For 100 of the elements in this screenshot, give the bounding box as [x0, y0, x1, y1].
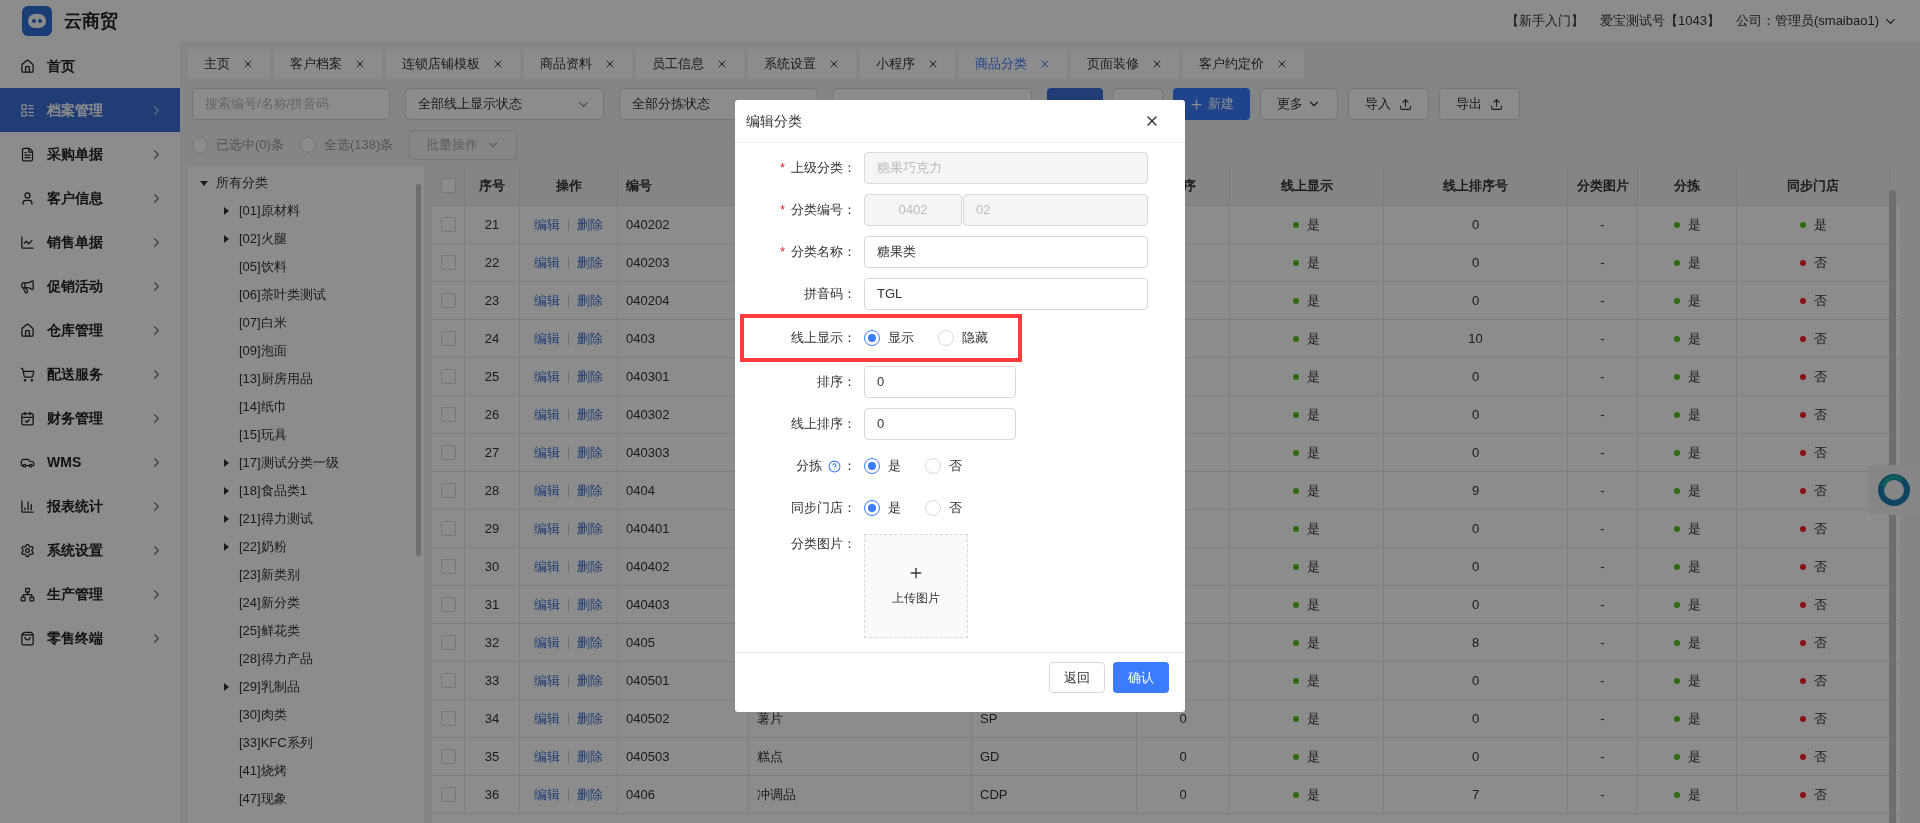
status-text: 否 [1813, 367, 1827, 386]
field-label: 分类图片： [791, 535, 856, 553]
status-text: 是 [1687, 785, 1701, 804]
label-colon: ： [843, 457, 856, 476]
table-cell-text: GD [980, 747, 1000, 766]
table-cell: - [1568, 358, 1638, 395]
table-cell: 31 [465, 586, 520, 623]
table-cell: 0 [1384, 396, 1568, 433]
table-cell: - [1568, 396, 1638, 433]
status-text: 否 [1813, 595, 1827, 614]
radio-label: 是 [888, 499, 901, 518]
status-text: 是 [1307, 557, 1320, 576]
radio-label: 隐藏 [962, 329, 988, 348]
table-cell: - [1568, 586, 1638, 623]
table-cell: 7 [1384, 776, 1568, 813]
table-cell: 0 [1384, 206, 1568, 243]
table-cell: 8 [1384, 624, 1568, 661]
status-text: 是 [1307, 709, 1320, 728]
column-header: 线上排序号 [1384, 166, 1568, 205]
field-label: 同步门店： [791, 499, 856, 518]
table-cell-text: 0 [1179, 709, 1187, 728]
table-cell: 0 [1384, 358, 1568, 395]
table-cell: 36 [465, 776, 520, 813]
status-text: 是 [1687, 595, 1701, 614]
field-label: 排序： [817, 373, 856, 392]
status-text: 否 [1813, 557, 1827, 576]
table-cell: - [1568, 700, 1638, 737]
table-cell: - [1568, 624, 1638, 661]
table-cell: - [1568, 662, 1638, 699]
status-text: 否 [1813, 443, 1827, 462]
table-cell: - [1568, 434, 1638, 471]
status-text: 是 [1687, 709, 1701, 728]
table-cell: 35 [465, 738, 520, 775]
table-cell: 0406 [618, 776, 749, 813]
table-cell: 040503 [618, 738, 749, 775]
table-cell: - [1568, 282, 1638, 319]
field-label: 上级分类： [791, 159, 856, 178]
required-mark: * [779, 201, 785, 220]
table-cell: - [1568, 548, 1638, 585]
status-text: 是 [1307, 595, 1320, 614]
radio-label: 是 [888, 457, 901, 476]
status-text: 是 [1307, 405, 1320, 424]
table-cell: 23 [465, 282, 520, 319]
status-text: 是 [1687, 215, 1701, 234]
status-text: 否 [1813, 519, 1827, 538]
status-text: 是 [1307, 747, 1320, 766]
table-cell: - [1568, 206, 1638, 243]
column-header: 操作 [520, 166, 618, 205]
status-text: 是 [1687, 519, 1701, 538]
status-text: 否 [1813, 633, 1827, 652]
status-text: 是 [1687, 291, 1701, 310]
table-cell: - [1568, 510, 1638, 547]
table-cell: - [1568, 320, 1638, 357]
table-cell: 0 [1384, 662, 1568, 699]
table-cell: - [1568, 776, 1638, 813]
table-cell: 33 [465, 662, 520, 699]
table-cell: 10 [1384, 320, 1568, 357]
status-text: 是 [1687, 443, 1701, 462]
radio-label: 否 [949, 457, 962, 476]
status-text: 否 [1813, 747, 1827, 766]
status-text: 否 [1813, 481, 1827, 500]
table-cell: 22 [465, 244, 520, 281]
table-cell: 0 [1384, 434, 1568, 471]
field-label: 分拣 [796, 457, 822, 476]
table-cell-text: 冲调品 [757, 785, 796, 804]
status-text: 否 [1813, 709, 1827, 728]
table-cell: 32 [465, 624, 520, 661]
table-cell: 0 [1384, 244, 1568, 281]
status-text: 是 [1307, 253, 1320, 272]
status-text: 是 [1307, 481, 1320, 500]
table-cell: 34 [465, 700, 520, 737]
table-cell: 9 [1384, 472, 1568, 509]
table-cell-text: CDP [980, 785, 1008, 804]
status-text: 是 [1307, 291, 1320, 310]
field-label: 分类编号： [791, 201, 856, 220]
status-text: 是 [1307, 671, 1320, 690]
table-cell: 28 [465, 472, 520, 509]
field-label: 分类名称： [791, 243, 856, 262]
table-cell: 0 [1384, 738, 1568, 775]
table-cell: 27 [465, 434, 520, 471]
status-text: 是 [1687, 481, 1701, 500]
status-text: 是 [1687, 253, 1701, 272]
status-text: 否 [1813, 785, 1827, 804]
column-header: 分拣 [1638, 166, 1737, 205]
table-cell: 0 [1384, 548, 1568, 585]
table-cell: 21 [465, 206, 520, 243]
app-name: 云商贸 [64, 9, 118, 33]
table-cell: 24 [465, 320, 520, 357]
table-cell: 0 [1384, 586, 1568, 623]
status-text: 否 [1813, 291, 1827, 310]
status-text: 是 [1307, 785, 1320, 804]
status-text: 是 [1687, 671, 1701, 690]
radio-label: 显示 [888, 329, 914, 348]
column-header: 线上显示 [1230, 166, 1384, 205]
table-cell: 0 [1384, 282, 1568, 319]
table-cell: - [1568, 244, 1638, 281]
table-cell: 0 [1384, 700, 1568, 737]
table-cell-text: 0 [1179, 785, 1187, 804]
status-text: 否 [1813, 405, 1827, 424]
field-label: 拼音码： [804, 285, 856, 304]
